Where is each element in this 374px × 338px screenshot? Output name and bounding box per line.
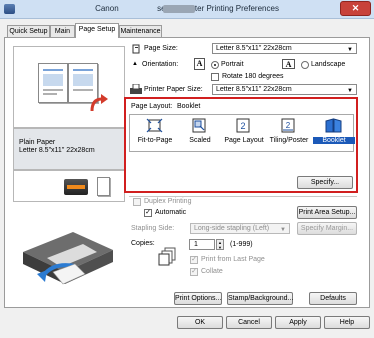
status-icons: [13, 170, 125, 202]
svg-text:2: 2: [286, 121, 291, 130]
chevron-down-icon: ▼: [347, 47, 353, 53]
print-from-last-page-label: Print from Last Page: [201, 256, 265, 263]
page-size-label: Page Size:: [144, 45, 178, 52]
automatic-label: Automatic: [155, 209, 187, 216]
svg-text:2: 2: [240, 121, 245, 131]
portrait-icon: A: [194, 58, 205, 70]
apply-button[interactable]: Apply: [275, 316, 321, 329]
close-button[interactable]: ✕: [340, 1, 371, 16]
collate-checkbox[interactable]: ✓: [190, 268, 198, 276]
printer-paper-size-icon: [130, 83, 142, 96]
help-button[interactable]: Help: [324, 316, 370, 329]
cancel-button[interactable]: Cancel: [226, 316, 272, 329]
layout-preview: [13, 46, 125, 128]
redacted-model-name: [163, 5, 195, 13]
orientation-bullet-icon: ▲: [132, 61, 138, 67]
duplex-printing-checkbox[interactable]: [133, 198, 141, 206]
layout-fit-to-page[interactable]: Fit-to-Page: [134, 118, 176, 150]
tab-maintenance[interactable]: Maintenance: [119, 25, 162, 37]
page-layout-value: Booklet: [177, 103, 201, 110]
chevron-down-icon: ▼: [347, 88, 353, 94]
copies-icon: [158, 247, 176, 266]
defaults-button[interactable]: Defaults: [309, 292, 357, 305]
rotate-180-checkbox[interactable]: [211, 73, 219, 81]
portrait-radio[interactable]: [211, 61, 219, 69]
paper-sheet-icon: [97, 177, 110, 196]
landscape-icon: A: [282, 59, 295, 69]
tab-page-setup[interactable]: Page Setup: [75, 23, 119, 38]
rotate-180-label: Rotate 180 degrees: [222, 73, 284, 80]
print-options-button[interactable]: Print Options...: [174, 292, 222, 305]
layout-page-layout[interactable]: 2 Page Layout: [223, 118, 265, 150]
paper-info: Plain Paper Letter 8.5"x11" 22x28cm: [13, 128, 125, 170]
stamp-background-button[interactable]: Stamp/Background...: [227, 292, 293, 305]
fit-to-page-icon: [146, 118, 163, 133]
copies-label: Copies:: [131, 240, 155, 247]
stapling-side-label: Stapling Side:: [131, 225, 175, 232]
layout-scaled[interactable]: Scaled: [179, 118, 221, 150]
tiling-poster-icon: 2: [281, 118, 295, 133]
tab-quick-setup[interactable]: Quick Setup: [7, 25, 50, 37]
paper-source-icon: [64, 179, 88, 195]
page-layout-icon: 2: [236, 118, 250, 133]
chevron-down-icon: ▼: [280, 227, 286, 233]
tab-main[interactable]: Main: [50, 25, 75, 37]
printer-illustration: [23, 232, 113, 285]
orientation-label: Orientation:: [142, 61, 179, 68]
printer-paper-size-select[interactable]: Letter 8.5"x11" 22x28cm ▼: [212, 84, 357, 95]
print-area-setup-button[interactable]: Print Area Setup...: [297, 206, 357, 219]
divider: [129, 196, 357, 197]
landscape-label: Landscape: [311, 61, 346, 68]
preview-page-left: [38, 63, 68, 103]
paper-size-text: Letter 8.5"x11" 22x28cm: [19, 147, 95, 154]
title-bar: Canon series Printer Printing Preference…: [0, 0, 374, 19]
stapling-side-select[interactable]: Long-side stapling (Left) ▼: [190, 223, 290, 234]
specify-button[interactable]: Specify...: [297, 176, 353, 189]
print-from-last-page-checkbox[interactable]: ✓: [190, 256, 198, 264]
specify-margin-button[interactable]: Specify Margin...: [297, 222, 357, 235]
page-size-icon: [132, 44, 141, 56]
automatic-checkbox[interactable]: ✓: [144, 209, 152, 217]
booklet-fold-arrow-icon: [90, 94, 108, 112]
page-layout-label: Page Layout:: [131, 103, 173, 110]
close-icon: ✕: [351, 3, 360, 13]
layout-booklet[interactable]: Booklet: [313, 118, 355, 150]
printer-paper-size-label: Printer Paper Size:: [144, 86, 203, 93]
page-size-select[interactable]: Letter 8.5"x11" 22x28cm ▼: [212, 43, 357, 54]
layout-tiling-poster[interactable]: 2 Tiling/Poster: [268, 118, 310, 150]
copies-range: (1-999): [230, 241, 253, 248]
ok-button[interactable]: OK: [177, 316, 223, 329]
booklet-icon: [325, 118, 342, 133]
copies-input[interactable]: 1: [189, 239, 215, 250]
collate-label: Collate: [201, 268, 223, 275]
scaled-icon: [192, 118, 206, 133]
landscape-radio[interactable]: [301, 61, 309, 69]
copies-stepper[interactable]: ▲ ▼: [216, 239, 224, 250]
media-type-text: Plain Paper: [19, 139, 56, 146]
portrait-label: Portrait: [221, 61, 244, 68]
duplex-printing-label: Duplex Printing: [144, 198, 192, 205]
